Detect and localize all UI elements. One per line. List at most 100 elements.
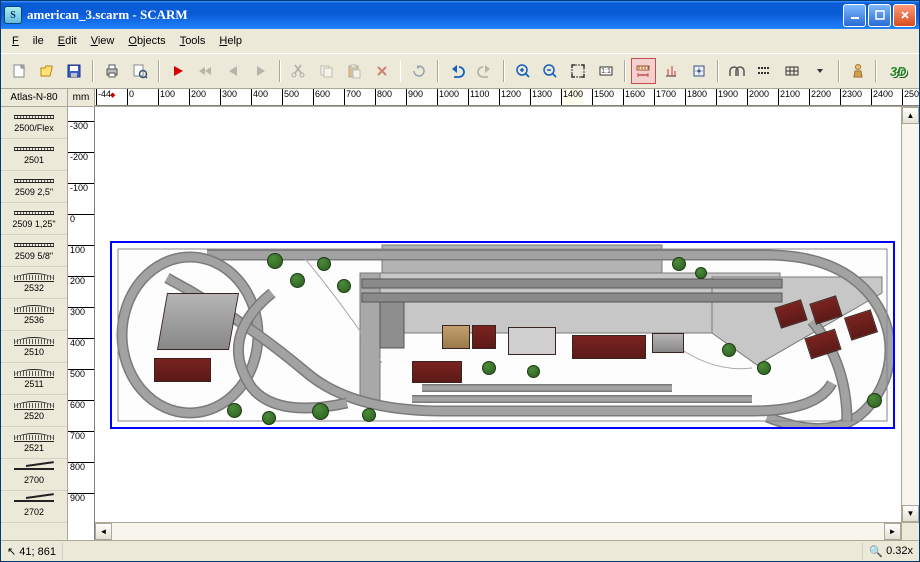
start-point-button[interactable] [165, 58, 191, 84]
palette-item[interactable]: 2511 [1, 363, 67, 395]
building-freight-1[interactable] [412, 361, 462, 383]
heights-button[interactable] [658, 58, 684, 84]
copy-button[interactable] [313, 58, 339, 84]
measure-button[interactable] [631, 58, 657, 84]
scroll-up-button[interactable]: ▲ [902, 107, 919, 124]
building-small-2[interactable] [472, 325, 496, 349]
scale-button[interactable]: 1:1 [593, 58, 619, 84]
palette-item[interactable]: 2532 [1, 267, 67, 299]
palette-item[interactable]: 2501 [1, 139, 67, 171]
tree[interactable] [722, 343, 736, 357]
parallel-button[interactable] [752, 58, 778, 84]
3d-view-button[interactable]: 3D [882, 58, 914, 84]
fit-button[interactable] [565, 58, 591, 84]
palette-item[interactable]: 2509 2,5" [1, 171, 67, 203]
building-small-1[interactable] [442, 325, 470, 349]
redo-button[interactable] [472, 58, 498, 84]
save-button[interactable] [61, 58, 87, 84]
vruler-tick: 500 [68, 369, 95, 379]
baseboard[interactable] [110, 241, 895, 429]
tree[interactable] [695, 267, 707, 279]
palette-item-label: 2509 1,25" [12, 219, 55, 229]
building-house-1[interactable] [154, 358, 211, 382]
unit-label[interactable]: mm [68, 89, 95, 106]
menu-file[interactable]: File [5, 33, 51, 49]
menu-objects[interactable]: Objects [121, 33, 172, 49]
palette-item[interactable]: 2536 [1, 299, 67, 331]
titlebar[interactable]: S american_3.scarm - SCARM [1, 1, 919, 29]
zoom-out-button[interactable] [537, 58, 563, 84]
track-shape-icon [14, 177, 54, 185]
open-button[interactable] [34, 58, 60, 84]
tree[interactable] [867, 393, 882, 408]
horizontal-ruler[interactable]: ◆ -4401002003004005006007008009001000110… [95, 89, 919, 106]
undo-button[interactable] [444, 58, 470, 84]
building-engine-shed[interactable] [157, 293, 239, 350]
minimize-button[interactable] [843, 4, 866, 27]
maximize-button[interactable] [868, 4, 891, 27]
tree[interactable] [527, 365, 540, 378]
close-button[interactable] [893, 4, 916, 27]
menu-help[interactable]: Help [212, 33, 249, 49]
rotate-button[interactable] [406, 58, 432, 84]
tree[interactable] [317, 257, 331, 271]
hruler-tick: 1900 [716, 89, 738, 106]
building-station[interactable] [572, 335, 646, 359]
menu-tools[interactable]: Tools [173, 33, 213, 49]
tree[interactable] [757, 361, 771, 375]
tree[interactable] [337, 279, 351, 293]
print-button[interactable] [99, 58, 125, 84]
baseboard-button[interactable] [779, 58, 805, 84]
vruler-tick: -200 [68, 152, 95, 162]
scroll-down-button[interactable]: ▼ [902, 505, 919, 522]
rewind-button[interactable] [192, 58, 218, 84]
scroll-left-button[interactable]: ◄ [95, 523, 112, 540]
paste-button[interactable] [341, 58, 367, 84]
snap-button[interactable] [686, 58, 712, 84]
palette-item-label: 2536 [24, 315, 44, 325]
palette-item[interactable]: 2509 5/8" [1, 235, 67, 267]
tree[interactable] [362, 408, 376, 422]
menu-edit[interactable]: Edit [51, 33, 84, 49]
library-selector[interactable]: Atlas-N-80 [1, 89, 68, 106]
vertical-scrollbar[interactable]: ▲ ▼ [901, 107, 919, 522]
tree[interactable] [312, 403, 329, 420]
tree[interactable] [227, 403, 242, 418]
prev-button[interactable] [220, 58, 246, 84]
vruler-tick: 100 [68, 245, 95, 255]
track-shape-icon [14, 401, 54, 410]
scroll-right-button[interactable]: ► [884, 523, 901, 540]
vertical-ruler[interactable]: -300-200-1000100200300400500600700800900 [68, 107, 95, 540]
palette-item[interactable]: 2520 [1, 395, 67, 427]
cut-button[interactable] [286, 58, 312, 84]
palette-item[interactable]: 2521 [1, 427, 67, 459]
building-shed[interactable] [652, 333, 684, 353]
print-preview-button[interactable] [127, 58, 153, 84]
status-zoom[interactable]: 🔍0.32x [862, 543, 919, 560]
zoom-in-button[interactable] [510, 58, 536, 84]
delete-button[interactable] [369, 58, 395, 84]
palette-item[interactable]: 2509 1,25" [1, 203, 67, 235]
tree[interactable] [672, 257, 686, 271]
palette-item[interactable]: 2500/Flex [1, 107, 67, 139]
figure-button[interactable] [845, 58, 871, 84]
next-button[interactable] [248, 58, 274, 84]
tree[interactable] [267, 253, 283, 269]
tree[interactable] [290, 273, 305, 288]
palette-item[interactable]: 2702 [1, 491, 67, 523]
tree[interactable] [482, 361, 496, 375]
menu-view[interactable]: View [84, 33, 122, 49]
horizontal-scrollbar[interactable]: ◄ ► [95, 522, 919, 540]
hruler-tick: 300 [220, 89, 237, 106]
building-parking[interactable] [508, 327, 556, 355]
palette-item-label: 2520 [24, 411, 44, 421]
new-button[interactable] [6, 58, 32, 84]
palette-item[interactable]: 2510 [1, 331, 67, 363]
dropdown-icon[interactable] [807, 58, 833, 84]
tree[interactable] [262, 411, 276, 425]
tunnel-button[interactable] [724, 58, 750, 84]
palette-item[interactable]: 2700 [1, 459, 67, 491]
vruler-tick: 0 [68, 214, 95, 224]
app-window: S american_3.scarm - SCARM File Edit Vie… [0, 0, 920, 562]
canvas[interactable] [95, 107, 901, 522]
